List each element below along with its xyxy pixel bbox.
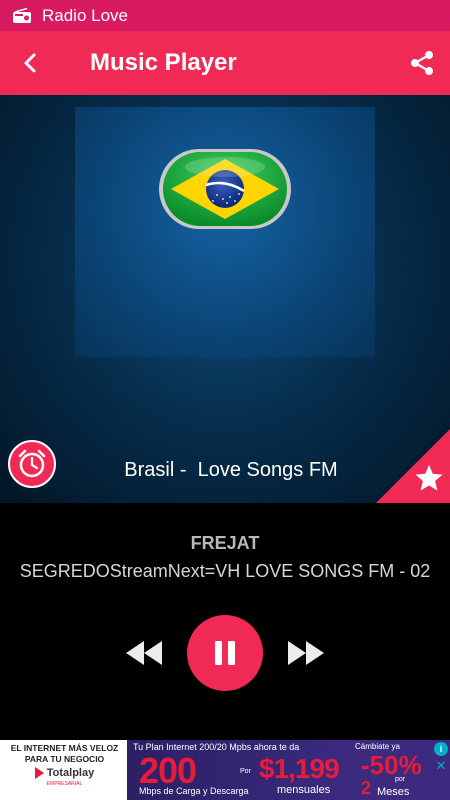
ad-middle-panel: Tu Plan Internet 200/20 Mpbs ahora te da… [127, 740, 347, 800]
ad-brand-name: Totalplay [46, 766, 95, 779]
ad-months-word: Meses [377, 786, 410, 798]
brazil-flag-image [159, 149, 291, 229]
back-button[interactable] [0, 31, 60, 95]
ad-headline-1: EL INTERNET MÁS VELOZ [10, 743, 119, 753]
app-toolbar: Music Player [0, 31, 450, 95]
now-playing-panel: Brasil - Love Songs FM [0, 95, 450, 503]
ad-price: $1,199 [259, 753, 340, 784]
fast-forward-icon[interactable] [286, 639, 326, 667]
ad-headline-2: PARA TU NEGOCIO [24, 754, 105, 764]
ad-brand: Totalplay [4, 767, 125, 779]
adchoices-icon[interactable]: i [434, 742, 448, 756]
ad-mensuales: mensuales [277, 784, 331, 796]
artist-name: FREJAT [190, 533, 260, 553]
ad-close-icon[interactable]: ✕ [434, 759, 448, 773]
radio-icon [13, 7, 31, 23]
track-info-panel: FREJAT SEGREDOStreamNext=VH LOVE SONGS F… [0, 503, 450, 740]
track-title: SEGREDOStreamNext=VH LOVE SONGS FM - 02 [19, 561, 431, 581]
ad-por-2: por [395, 776, 406, 783]
status-app-name: Radio Love [42, 5, 129, 25]
share-icon [411, 51, 433, 75]
ad-left-panel: EL INTERNET MÁS VELOZ PARA TU NEGOCIO To… [0, 740, 127, 800]
ad-discount: -50% [361, 750, 422, 780]
ad-brand-sub: EMPRESARIAL [46, 781, 83, 787]
ad-por: Por [240, 768, 251, 775]
ad-banner[interactable]: EL INTERNET MÁS VELOZ PARA TU NEGOCIO To… [0, 740, 450, 800]
pause-button[interactable] [187, 615, 263, 691]
pause-icon [215, 641, 235, 665]
star-icon[interactable] [414, 463, 444, 493]
ad-months-number: 2 [361, 778, 372, 798]
ad-speed-caption: Mbps de Carga y Descarga [139, 786, 249, 796]
page-title: Music Player [90, 49, 237, 76]
rewind-icon[interactable] [124, 639, 164, 667]
totalplay-logo-icon [34, 767, 44, 779]
share-button[interactable] [404, 45, 440, 81]
chevron-left-icon [24, 53, 36, 73]
station-artwork [75, 107, 375, 357]
playback-controls [0, 615, 450, 691]
ad-right-panel: Cámbiate ya -50% por 2 Meses i ✕ [347, 740, 450, 800]
status-bar: Radio Love [0, 0, 450, 31]
